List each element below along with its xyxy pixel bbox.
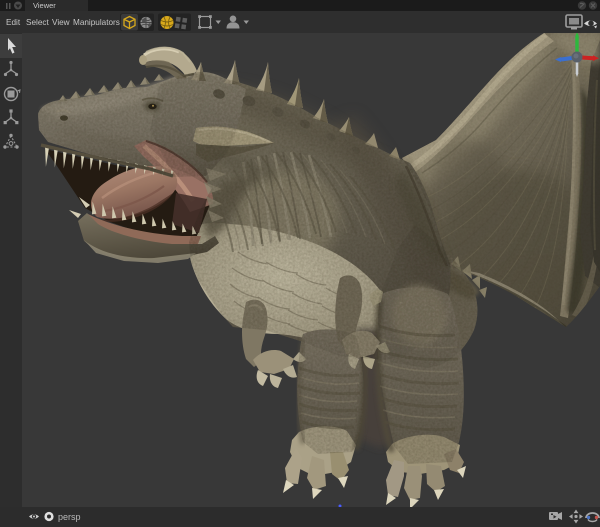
svg-text:Manipulators: Manipulators	[73, 18, 120, 27]
svg-text:Edit: Edit	[6, 18, 21, 27]
svg-text:Select: Select	[26, 18, 49, 27]
svg-text:Viewer: Viewer	[33, 1, 56, 10]
svg-text:View: View	[52, 18, 70, 27]
svg-text:persp: persp	[58, 512, 81, 522]
